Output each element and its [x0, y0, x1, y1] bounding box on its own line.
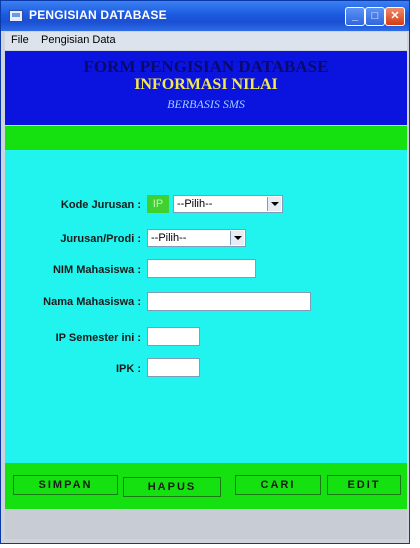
nama-label: Nama Mahasiswa : — [43, 296, 141, 308]
kode-prefix-badge: IP — [147, 195, 169, 213]
title-bar[interactable]: PENGISIAN DATABASE _ □ ✕ — [1, 1, 409, 31]
kode-jurusan-select-value: --Pilih-- — [177, 198, 213, 210]
jurusan-prodi-select-value: --Pilih-- — [151, 232, 187, 244]
header-title: FORM PENGISIAN DATABASE — [83, 57, 329, 76]
cari-button[interactable]: CARI — [235, 475, 321, 495]
ipk-label: IPK : — [115, 363, 141, 375]
jurusan-prodi-select[interactable]: --Pilih-- — [147, 229, 246, 247]
close-button[interactable]: ✕ — [385, 7, 405, 26]
kode-jurusan-select[interactable]: --Pilih-- — [173, 195, 283, 213]
ip-semester-label: IP Semester ini : — [55, 332, 141, 344]
status-bar — [5, 509, 407, 539]
maximize-button[interactable]: □ — [365, 7, 385, 26]
nim-label: NIM Mahasiswa : — [52, 264, 141, 276]
menu-pengisian-data[interactable]: Pengisian Data — [41, 34, 116, 46]
form-header: FORM PENGISIAN DATABASE INFORMASI NILAI … — [5, 51, 407, 125]
header-tagline: BERBASIS SMS — [167, 97, 245, 111]
chevron-down-icon[interactable] — [230, 231, 244, 245]
nama-input[interactable] — [147, 292, 311, 311]
nim-input[interactable] — [147, 259, 256, 278]
minimize-button[interactable]: _ — [345, 7, 365, 26]
menu-file[interactable]: File — [11, 34, 29, 46]
window-title: PENGISIAN DATABASE — [29, 8, 167, 22]
app-icon — [9, 10, 23, 22]
simpan-button[interactable]: SIMPAN — [13, 475, 118, 495]
chevron-down-icon[interactable] — [267, 197, 281, 211]
edit-button[interactable]: EDIT — [327, 475, 401, 495]
kode-jurusan-label: Kode Jurusan : — [60, 199, 141, 211]
hapus-button[interactable]: HAPUS — [123, 477, 221, 497]
jurusan-prodi-label: Jurusan/Prodi : — [60, 233, 141, 245]
app-window: PENGISIAN DATABASE _ □ ✕ File Pengisian … — [0, 0, 410, 544]
menu-bar: File Pengisian Data — [5, 32, 407, 50]
header-divider-band — [5, 126, 407, 150]
ip-semester-input[interactable] — [147, 327, 200, 346]
ipk-input[interactable] — [147, 358, 200, 377]
header-subtitle: INFORMASI NILAI — [134, 76, 278, 93]
